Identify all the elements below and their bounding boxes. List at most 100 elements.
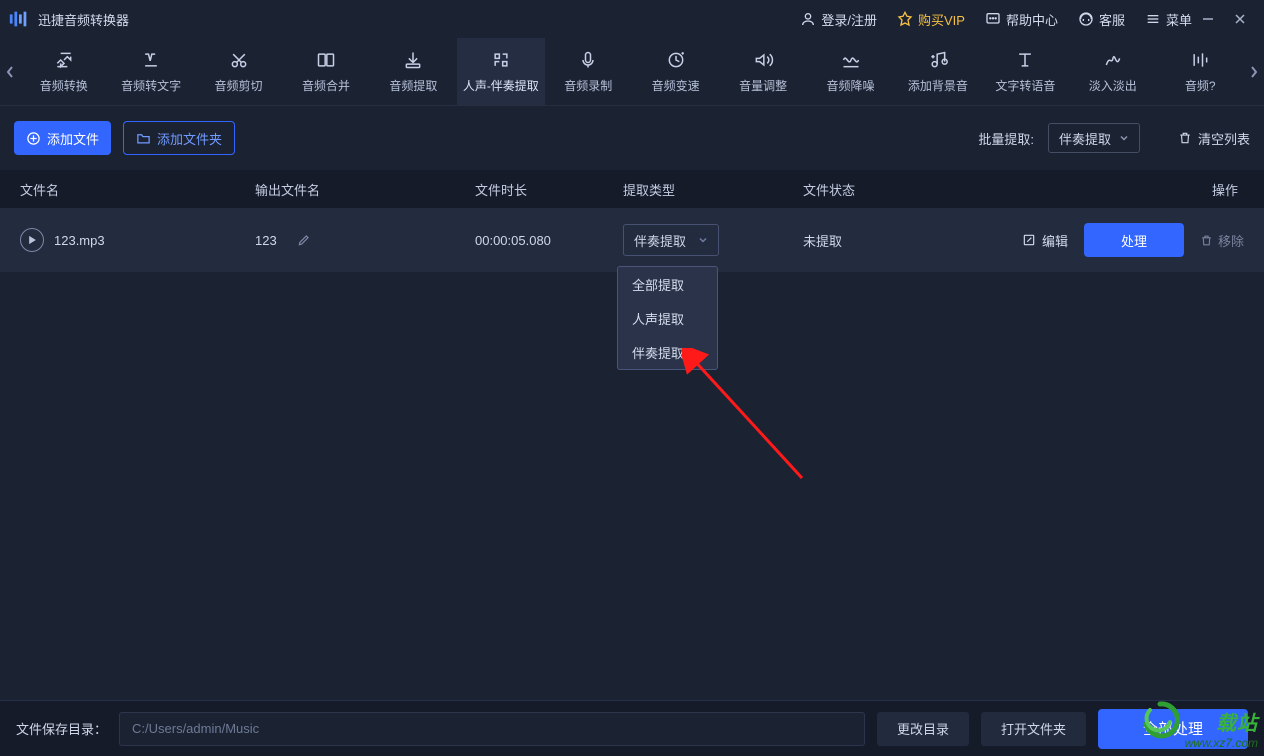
ribbon-label: 音频录制 [564,77,612,94]
ribbon-icon [927,50,949,70]
dropdown-item-2[interactable]: 伴奏提取 [618,335,717,369]
file-duration: 00:00:05.080 [475,233,623,248]
ribbon-icon [665,50,687,70]
extract-type-dropdown: 全部提取人声提取伴奏提取 [617,266,718,370]
batch-extract-select[interactable]: 伴奏提取 [1048,123,1140,153]
extract-type-select[interactable]: 伴奏提取 [623,224,719,256]
vip-button[interactable]: 购买VIP [897,10,965,29]
clear-list-label: 清空列表 [1198,129,1250,148]
dropdown-item-1[interactable]: 人声提取 [618,301,717,335]
ribbon-label: 音量调整 [739,77,787,94]
ribbon-item-4[interactable]: 音频提取 [370,38,457,105]
col-header-status: 文件状态 [803,180,978,199]
app-title: 迅捷音频转换器 [38,10,129,29]
chevron-down-icon [698,235,708,245]
play-button[interactable] [20,228,44,252]
ribbon-item-9[interactable]: 音频降噪 [807,38,894,105]
ribbon-item-2[interactable]: 音频剪切 [195,38,282,105]
ribbon-icon [1189,50,1211,70]
open-folder-label: 打开文件夹 [1001,719,1066,738]
help-button[interactable]: 帮助中心 [985,10,1058,29]
save-path-value: C:/Users/admin/Music [132,721,259,736]
menu-button[interactable]: 菜单 [1145,10,1192,29]
ribbon-item-10[interactable]: 添加背景音 [894,38,981,105]
save-path-input[interactable]: C:/Users/admin/Music [119,712,865,746]
col-header-output: 输出文件名 [255,180,475,199]
ribbon-item-12[interactable]: 淡入淡出 [1069,38,1156,105]
process-label: 处理 [1121,231,1147,250]
footer-bar: 文件保存目录： C:/Users/admin/Music 更改目录 打开文件夹 … [0,700,1264,756]
extract-type-value: 伴奏提取 [634,231,686,250]
ribbon-toolbar: 音频转换 音频转文字音频剪切音频合并 音频提取 人声-伴奏提取 音频录制 音频变速 音量调整… [0,38,1264,106]
ribbon-label: 音频变速 [652,77,700,94]
process-all-label: 全部处理 [1143,718,1203,739]
edit-output-icon[interactable] [297,233,311,247]
ribbon-icon [315,50,337,70]
clear-list-button[interactable]: 清空列表 [1178,129,1250,148]
dropdown-item-0[interactable]: 全部提取 [618,267,717,301]
col-header-file: 文件名 [20,180,255,199]
add-folder-button[interactable]: 添加文件夹 [123,121,235,155]
remove-button[interactable]: 移除 [1200,231,1244,250]
ribbon-label: 淡入淡出 [1089,77,1137,94]
ribbon-label: 音频转文字 [121,77,181,94]
add-folder-label: 添加文件夹 [157,129,222,148]
service-button[interactable]: 客服 [1078,10,1125,29]
edit-button[interactable]: 编辑 [1022,231,1068,250]
output-name: 123 [255,233,277,248]
ribbon-icon [1014,50,1036,70]
ribbon-label: 音频合并 [302,77,350,94]
col-header-duration: 文件时长 [475,180,623,199]
ribbon-icon [577,50,599,70]
app-logo: 迅捷音频转换器 [8,8,129,30]
remove-label: 移除 [1218,231,1244,250]
ribbon-item-1[interactable]: 音频转文字 [107,38,194,105]
ribbon-icon [402,50,424,70]
process-button[interactable]: 处理 [1084,223,1184,257]
vip-label: 购买VIP [918,10,965,29]
help-label: 帮助中心 [1006,10,1058,29]
ribbon-icon [752,50,774,70]
ribbon-item-6[interactable]: 音频录制 [545,38,632,105]
ribbon-label: 音频降噪 [827,77,875,94]
ribbon-item-8[interactable]: 音量调整 [719,38,806,105]
open-folder-button[interactable]: 打开文件夹 [981,712,1086,746]
menu-label: 菜单 [1166,10,1192,29]
action-bar: 添加文件 添加文件夹 批量提取: 伴奏提取 清空列表 [0,106,1264,170]
ribbon-label: 人声-伴奏提取 [463,77,539,94]
ribbon-item-13[interactable]: 音频? [1156,38,1243,105]
add-file-label: 添加文件 [47,129,99,148]
minimize-button[interactable] [1192,0,1224,38]
login-button[interactable]: 登录/注册 [800,10,877,29]
process-all-button[interactable]: 全部处理 [1098,709,1248,749]
table-row: 123.mp3 123 00:00:05.080 伴奏提取 未提取 编辑 处理 … [0,208,1264,272]
add-file-button[interactable]: 添加文件 [14,121,111,155]
service-label: 客服 [1099,10,1125,29]
ribbon-item-7[interactable]: 音频变速 [632,38,719,105]
ribbon-label: 添加背景音 [908,77,968,94]
ribbon-icon [490,50,512,70]
ribbon-item-11[interactable]: 文字转语音 [982,38,1069,105]
col-header-type: 提取类型 [623,180,803,199]
ribbon-item-5[interactable]: 人声-伴奏提取 [457,38,544,105]
close-button[interactable] [1224,0,1256,38]
change-dir-button[interactable]: 更改目录 [877,712,969,746]
login-label: 登录/注册 [821,10,877,29]
chevron-down-icon [1119,133,1129,143]
title-bar: 迅捷音频转换器 登录/注册 购买VIP 帮助中心 客服 菜单 [0,0,1264,38]
ribbon-item-3[interactable]: 音频合并 [282,38,369,105]
col-header-ops: 操作 [978,180,1244,199]
ribbon-label: 文字转语音 [995,77,1055,94]
ribbon-label: 音频转换 [40,77,88,94]
ribbon-label: 音频? [1185,77,1216,94]
ribbon-prev-button[interactable] [0,38,20,105]
ribbon-icon [140,50,162,70]
edit-label: 编辑 [1042,231,1068,250]
batch-extract-label: 批量提取: [978,129,1034,148]
ribbon-item-0[interactable]: 音频转换 [20,38,107,105]
ribbon-icon [840,50,862,70]
ribbon-label: 音频提取 [389,77,437,94]
file-name: 123.mp3 [54,233,105,248]
ribbon-next-button[interactable] [1244,38,1264,105]
batch-extract-value: 伴奏提取 [1059,129,1111,148]
